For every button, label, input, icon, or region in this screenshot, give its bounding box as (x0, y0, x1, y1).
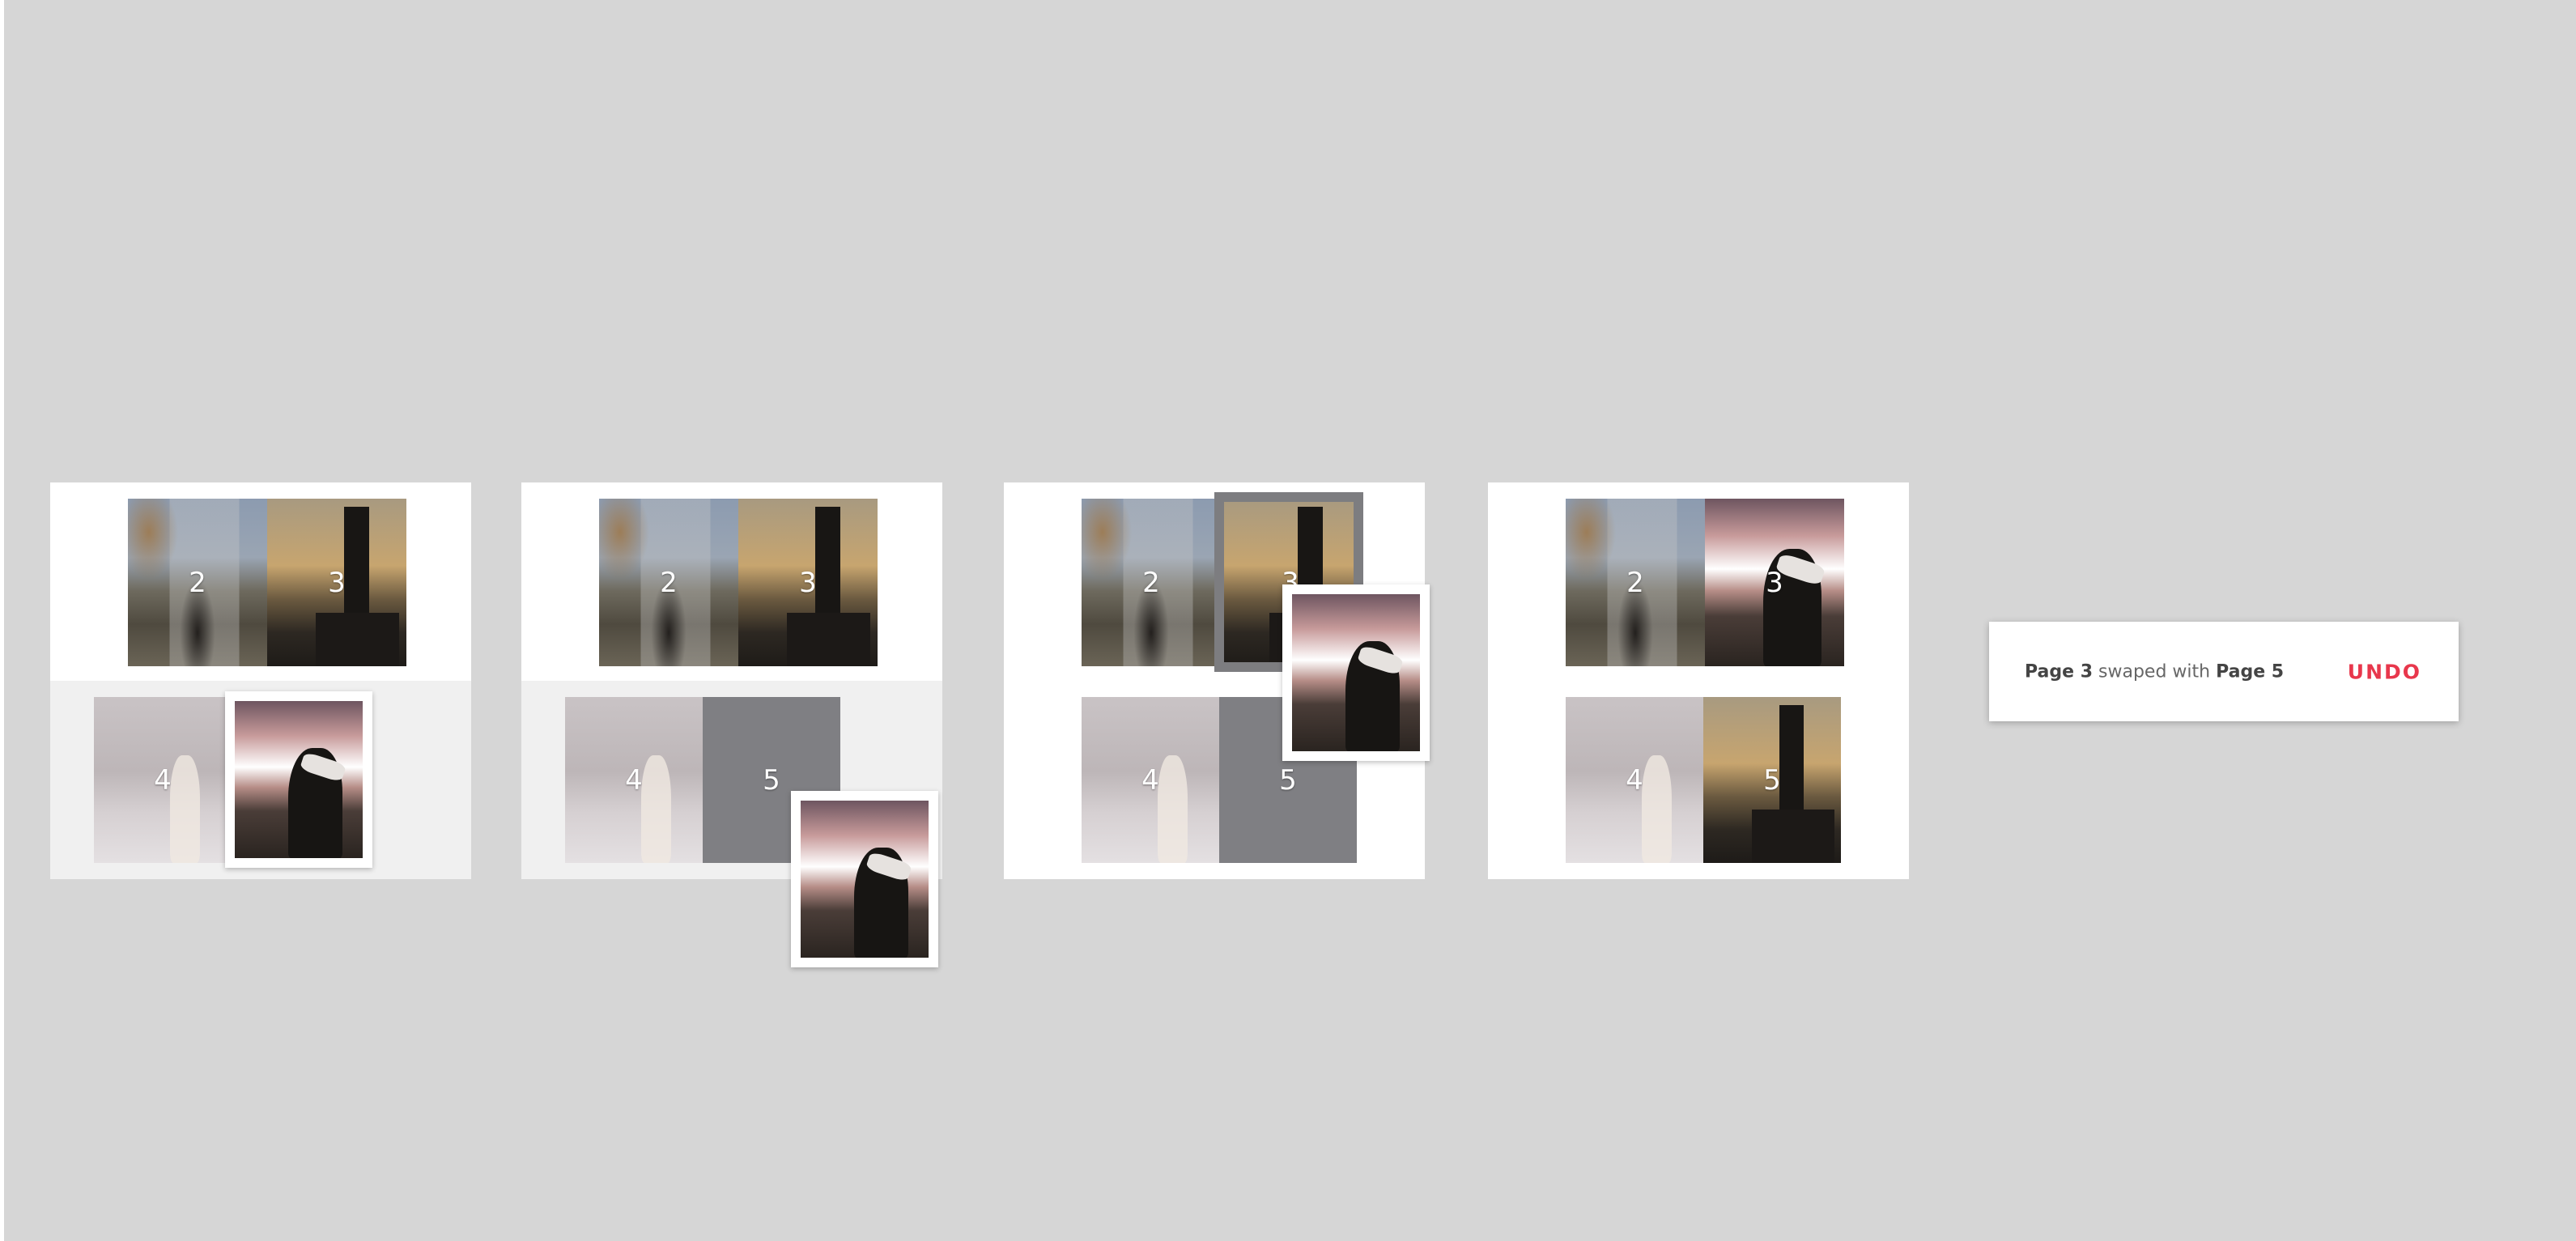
page-number: 2 (189, 566, 206, 599)
toast-middle-text: swaped with (2093, 661, 2217, 682)
dragged-photo-card[interactable] (1282, 584, 1430, 761)
page-number: 4 (154, 763, 172, 797)
toast-message: Page 3 swaped with Page 5 (2025, 661, 2284, 682)
page-4-photo[interactable]: 4 (1082, 697, 1219, 863)
undo-button[interactable]: UNDO (2348, 660, 2421, 683)
page-number: 3 (1766, 566, 1783, 599)
spread-pages-4-5: 4 5 (1488, 681, 1909, 879)
page-number: 4 (1626, 763, 1643, 797)
page-2-photo[interactable]: 2 (128, 499, 267, 666)
page-2-photo[interactable]: 2 (1082, 499, 1221, 666)
spread-pages-2-3: 2 3 (521, 482, 942, 681)
swap-notification-toast: Page 3 swaped with Page 5 UNDO (1989, 622, 2459, 721)
swap-step-1: 2 3 4 (50, 482, 471, 879)
toast-page-b: Page 5 (2216, 661, 2285, 682)
page-number: 4 (1141, 763, 1159, 797)
page-4-photo[interactable]: 4 (94, 697, 232, 863)
swap-step-3: 2 3 4 5 (1004, 482, 1430, 879)
page-number: 4 (625, 763, 643, 797)
page-2-photo[interactable]: 2 (1566, 499, 1705, 666)
page-5-photo (235, 701, 363, 858)
dragged-photo (1292, 594, 1420, 751)
page-4-photo[interactable]: 4 (1566, 697, 1703, 863)
page-number: 5 (1763, 763, 1781, 797)
page-number: 2 (660, 566, 678, 599)
dragged-photo (801, 801, 929, 958)
page-3-photo[interactable]: 3 (738, 499, 878, 666)
page-5-card[interactable] (225, 691, 372, 868)
page-number: 5 (1279, 763, 1297, 797)
page-5-photo[interactable]: 5 (1703, 697, 1841, 863)
dragged-photo-card[interactable] (791, 791, 938, 967)
page-4-photo[interactable]: 4 (565, 697, 703, 863)
page-number: 2 (1142, 566, 1160, 599)
page-2-photo[interactable]: 2 (599, 499, 738, 666)
toast-page-a: Page 3 (2025, 661, 2094, 682)
left-edge (0, 0, 4, 1241)
spread-pages-2-3: 2 3 (50, 482, 471, 681)
spread-pages-2-3: 2 3 (1488, 482, 1909, 681)
page-number: 3 (328, 566, 346, 599)
page-number: 2 (1626, 566, 1644, 599)
page-3-photo[interactable]: 3 (1705, 499, 1844, 666)
swap-step-2: 2 3 4 5 (521, 482, 942, 967)
swap-step-4: 2 3 4 5 (1488, 482, 1909, 879)
page-number: 3 (799, 566, 817, 599)
page-3-photo[interactable]: 3 (267, 499, 406, 666)
